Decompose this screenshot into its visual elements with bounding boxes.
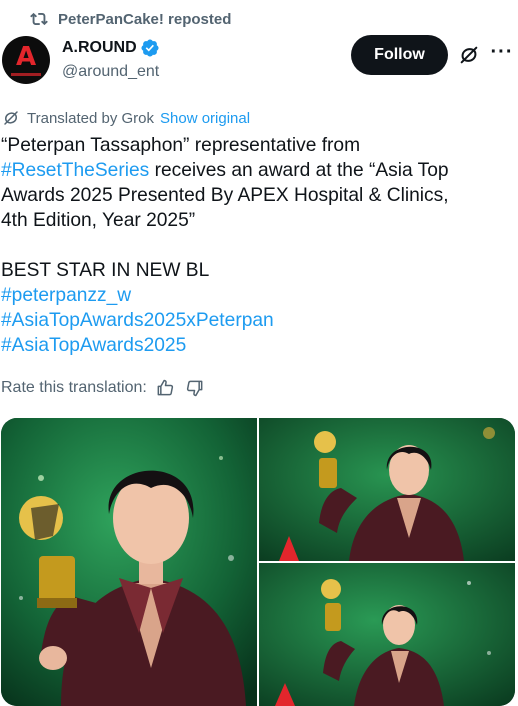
author-name[interactable]: A.ROUND	[62, 39, 137, 57]
thumbs-up-icon[interactable]	[155, 378, 175, 398]
repost-icon	[30, 12, 48, 26]
rate-translation: Rate this translation:	[1, 377, 205, 399]
hashtag-link[interactable]: #AsiaTopAwards2025	[1, 333, 516, 358]
post-line-text: receives an award at the “Asia Top	[149, 160, 449, 181]
translation-notice: Translated by Grok Show original	[2, 108, 250, 128]
hashtag-link[interactable]: #peterpanzz_w	[1, 283, 516, 308]
post-blank-line	[1, 233, 516, 258]
post-line: BEST STAR IN NEW BL	[1, 260, 210, 281]
author-handle[interactable]: @around_ent	[62, 63, 160, 81]
avatar-logo-underline	[11, 72, 41, 76]
avatar-logo-letter: A	[15, 41, 37, 72]
thumbs-down-icon[interactable]	[185, 378, 205, 398]
repost-indicator[interactable]: PeterPanCake! reposted	[30, 8, 231, 30]
author-block: A.ROUND @around_ent	[62, 38, 160, 81]
rate-label: Rate this translation:	[1, 379, 147, 396]
post-line: “Peterpan Tassaphon” representative from	[1, 135, 361, 156]
grok-translate-icon	[4, 111, 18, 125]
media-grid	[1, 418, 515, 706]
author-name-row[interactable]: A.ROUND	[62, 38, 160, 58]
more-icon[interactable]: ···	[490, 40, 514, 64]
post-line: Awards 2025 Presented By APEX Hospital &…	[1, 185, 449, 206]
post-line: #ResetTheSeries receives an award at the…	[1, 158, 516, 183]
verified-badge-icon[interactable]	[140, 38, 160, 58]
follow-button[interactable]: Follow	[351, 35, 448, 75]
photo-top-right[interactable]	[259, 418, 515, 561]
show-original-link[interactable]: Show original	[160, 110, 250, 127]
photo-bottom-right[interactable]	[259, 563, 515, 706]
translated-label: Translated by Grok	[27, 109, 154, 127]
post-line: 4th Edition, Year 2025”	[1, 210, 196, 231]
avatar[interactable]: A	[2, 36, 50, 84]
hashtag-link[interactable]: #AsiaTopAwards2025xPeterpan	[1, 308, 516, 333]
post-text: “Peterpan Tassaphon” representative from…	[1, 133, 516, 358]
photo-main[interactable]	[1, 418, 257, 706]
hashtag-link[interactable]: #ResetTheSeries	[1, 160, 149, 181]
repost-text: PeterPanCake! reposted	[58, 10, 232, 28]
grok-icon[interactable]	[458, 44, 480, 66]
